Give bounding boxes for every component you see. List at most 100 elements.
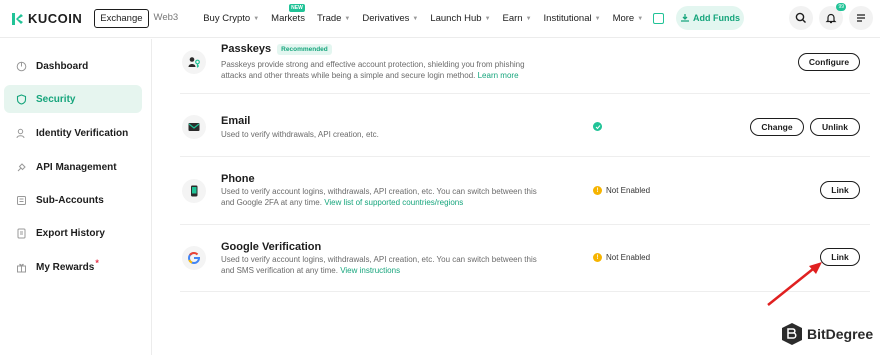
passkeys-description: Passkeys provide strong and effective ac… xyxy=(221,59,571,81)
sidebar-item-label: API Management xyxy=(36,161,117,173)
menu-button[interactable] xyxy=(849,6,873,30)
google-status-label: Not Enabled xyxy=(606,253,651,262)
warning-icon: ! xyxy=(593,186,602,195)
new-reward-dot: * xyxy=(95,258,99,268)
bell-icon xyxy=(825,13,837,24)
configure-passkeys-button[interactable]: Configure xyxy=(798,53,860,71)
google-desc-line: and SMS verification at any time. xyxy=(221,266,338,275)
nav-label: Derivatives xyxy=(362,13,410,24)
passkeys-desc-line: attacks and other threats while being a … xyxy=(221,71,476,80)
nav-label: More xyxy=(612,13,635,24)
view-instructions-link[interactable]: View instructions xyxy=(340,266,400,275)
link-phone-button[interactable]: Link xyxy=(820,181,860,199)
watermark-text: BitDegree xyxy=(807,326,874,342)
nav-institutional[interactable]: Institutional ▼ xyxy=(538,13,607,24)
sidebar-item-security[interactable]: Security xyxy=(4,85,142,113)
sidebar-item-dashboard[interactable]: Dashboard xyxy=(4,52,142,80)
google-authenticator-icon xyxy=(182,246,206,270)
dashboard-icon xyxy=(16,61,27,71)
chevron-down-icon: ▼ xyxy=(344,15,351,22)
warning-icon: ! xyxy=(593,253,602,262)
bitdegree-logo-icon xyxy=(782,323,802,345)
sidebar-item-api-management[interactable]: API Management xyxy=(4,153,142,181)
phone-icon xyxy=(182,179,206,203)
search-button[interactable] xyxy=(789,6,813,30)
nav-label: Markets xyxy=(271,13,305,24)
nav-markets[interactable]: Markets NEW xyxy=(265,4,311,24)
passkeys-title: Passkeys xyxy=(221,43,272,55)
change-email-button[interactable]: Change xyxy=(750,118,804,136)
nav-label: Trade xyxy=(316,13,342,24)
phone-desc-line: and Google 2FA at any time. xyxy=(221,198,322,207)
passkeys-icon xyxy=(182,50,206,74)
identity-icon xyxy=(16,128,25,138)
bitdegree-watermark: BitDegree xyxy=(781,322,873,346)
add-funds-button[interactable]: Add Funds xyxy=(676,6,744,30)
gift-icon[interactable] xyxy=(653,13,665,24)
nav-launch-hub[interactable]: Launch Hub ▼ xyxy=(424,13,496,24)
phone-title: Phone xyxy=(221,173,255,185)
unlink-email-button[interactable]: Unlink xyxy=(810,118,860,136)
nav-label: Launch Hub xyxy=(430,13,482,24)
security-row-phone: Phone Used to verify account logins, wit… xyxy=(180,157,870,225)
nav-earn[interactable]: Earn ▼ xyxy=(497,13,538,24)
check-icon xyxy=(593,122,602,131)
nav-buy-crypto[interactable]: Buy Crypto ▼ xyxy=(197,13,265,24)
rewards-icon xyxy=(17,263,26,272)
add-funds-label: Add Funds xyxy=(693,13,740,23)
nav-label: Earn xyxy=(502,13,523,24)
learn-more-link[interactable]: Learn more xyxy=(478,71,519,80)
shield-icon xyxy=(16,93,27,105)
passkeys-desc-line: Passkeys provide strong and effective ac… xyxy=(221,60,525,69)
nav-label: Institutional xyxy=(543,13,592,24)
recommended-badge: Recommended xyxy=(277,43,332,55)
google-desc-line: Used to verify account logins, withdrawa… xyxy=(221,255,537,264)
new-badge: NEW xyxy=(289,4,305,12)
email-status xyxy=(593,122,602,131)
sidebar-item-identity-verification[interactable]: Identity Verification xyxy=(4,119,142,147)
nav-label: Buy Crypto xyxy=(203,13,251,24)
passkeys-title-wrap: Passkeys Recommended xyxy=(221,43,332,55)
google-verification-status: ! Not Enabled xyxy=(593,253,650,262)
email-icon xyxy=(182,115,206,139)
red-arrow-annotation xyxy=(767,262,822,306)
sidebar: Dashboard Security Identity Verification… xyxy=(0,39,152,355)
sidebar-item-label: Sub-Accounts xyxy=(36,194,104,206)
export-icon xyxy=(17,228,26,238)
chevron-down-icon: ▼ xyxy=(412,15,419,22)
notifications-button[interactable]: 99 xyxy=(819,3,846,30)
email-title: Email xyxy=(221,115,251,127)
exchange-tab[interactable]: Exchange xyxy=(94,9,149,28)
sidebar-item-label: Security xyxy=(36,93,76,105)
download-icon xyxy=(681,14,689,22)
phone-desc-line: Used to verify account logins, withdrawa… xyxy=(221,187,537,196)
brand-name: KUCOIN xyxy=(28,11,83,26)
notification-count: 99 xyxy=(836,3,846,11)
api-icon xyxy=(17,162,26,171)
main-nav: Buy Crypto ▼ Markets NEW Trade ▼ Derivative… xyxy=(197,4,665,24)
sidebar-item-my-rewards[interactable]: My Rewards * xyxy=(4,253,142,281)
chevron-down-icon: ▼ xyxy=(253,15,260,22)
sidebar-item-sub-accounts[interactable]: Sub-Accounts xyxy=(4,186,142,214)
google-verification-title: Google Verification xyxy=(221,241,322,253)
chevron-down-icon: ▼ xyxy=(637,15,644,22)
web3-tab[interactable]: Web3 xyxy=(149,9,184,28)
kucoin-logo[interactable]: KUCOIN xyxy=(10,11,82,26)
kucoin-logo-icon xyxy=(12,12,23,25)
chevron-down-icon: ▼ xyxy=(594,15,601,22)
sidebar-item-export-history[interactable]: Export History xyxy=(4,219,142,247)
sidebar-item-label: My Rewards xyxy=(36,261,95,273)
nav-derivatives[interactable]: Derivatives ▼ xyxy=(356,13,424,24)
phone-description: Used to verify account logins, withdrawa… xyxy=(221,186,581,208)
google-verification-description: Used to verify account logins, withdrawa… xyxy=(221,254,581,276)
nav-more[interactable]: More ▼ xyxy=(607,13,650,24)
phone-status: ! Not Enabled xyxy=(593,186,650,195)
email-description: Used to verify withdrawals, API creation… xyxy=(221,130,379,139)
security-row-email: Email Used to verify withdrawals, API cr… xyxy=(180,94,870,157)
sub-accounts-icon xyxy=(17,195,26,205)
chevron-down-icon: ▼ xyxy=(525,15,532,22)
chevron-down-icon: ▼ xyxy=(484,15,491,22)
nav-trade[interactable]: Trade ▼ xyxy=(311,13,356,24)
exchange-web3-switch: Exchange Web3 xyxy=(94,9,183,28)
supported-countries-link[interactable]: View list of supported countries/regions xyxy=(324,198,463,207)
